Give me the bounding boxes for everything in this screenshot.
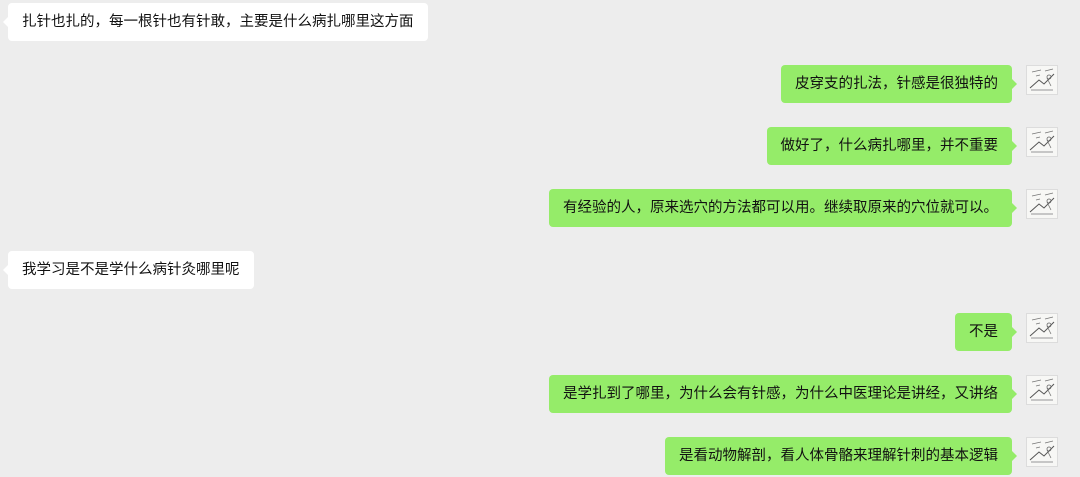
sketch-avatar-icon[interactable] [1026, 127, 1058, 157]
message-bubble[interactable]: 是学扎到了哪里，为什么会有针感，为什么中医理论是讲经，又讲络 [549, 375, 1017, 413]
message-outgoing: 皮穿支的扎法，针感是很独特的 [0, 65, 1080, 103]
sketch-avatar-icon[interactable] [1026, 65, 1058, 95]
message-bubble[interactable]: 做好了，什么病扎哪里，并不重要 [766, 127, 1017, 165]
sketch-avatar-icon[interactable] [1026, 313, 1058, 343]
message-bubble[interactable]: 皮穿支的扎法，针感是很独特的 [781, 65, 1017, 103]
message-bubble[interactable]: 我学习是不是学什么病针灸哪里呢 [3, 251, 254, 289]
sketch-avatar-icon[interactable] [1026, 375, 1058, 405]
chat-area[interactable]: 扎针也扎的，每一根针也有针敢，主要是什么病扎哪里这方面 皮穿支的扎法，针感是很独… [0, 0, 1080, 477]
message-outgoing: 做好了，什么病扎哪里，并不重要 [0, 127, 1080, 165]
message-incoming: 我学习是不是学什么病针灸哪里呢 [0, 251, 1080, 289]
message-outgoing: 不是 [0, 313, 1080, 351]
message-bubble[interactable]: 是看动物解剖，看人体骨骼来理解针刺的基本逻辑 [665, 437, 1017, 475]
message-incoming: 扎针也扎的，每一根针也有针敢，主要是什么病扎哪里这方面 [0, 3, 1080, 41]
message-outgoing: 有经验的人，原来选穴的方法都可以用。继续取原来的穴位就可以。 [0, 189, 1080, 227]
message-bubble[interactable]: 扎针也扎的，每一根针也有针敢，主要是什么病扎哪里这方面 [3, 3, 428, 41]
message-bubble[interactable]: 有经验的人，原来选穴的方法都可以用。继续取原来的穴位就可以。 [549, 189, 1017, 227]
sketch-avatar-icon[interactable] [1026, 437, 1058, 467]
message-bubble[interactable]: 不是 [955, 313, 1017, 351]
message-outgoing: 是学扎到了哪里，为什么会有针感，为什么中医理论是讲经，又讲络 [0, 375, 1080, 413]
sketch-avatar-icon[interactable] [1026, 189, 1058, 219]
message-outgoing: 是看动物解剖，看人体骨骼来理解针刺的基本逻辑 [0, 437, 1080, 475]
